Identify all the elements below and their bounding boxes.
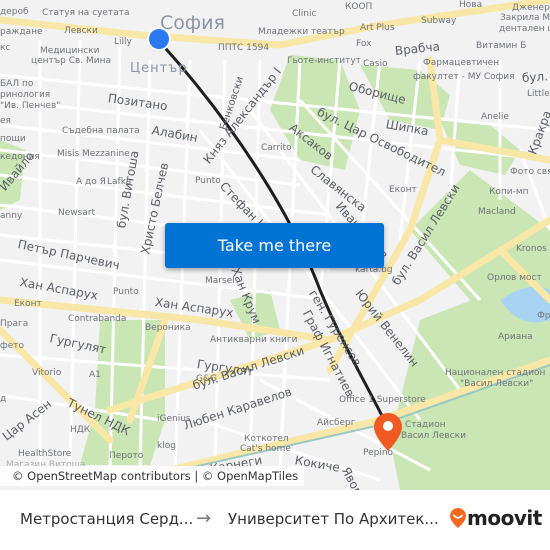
arrow-right-icon: → <box>196 508 212 529</box>
poi-label: Punto <box>195 176 221 186</box>
poi-label: Фармацевтичен <box>423 58 500 68</box>
poi-label: Копи-мп <box>489 187 529 197</box>
poi-label: Vitorio <box>32 368 62 378</box>
poi-label: klog <box>157 441 176 451</box>
poi-label: HealthStore <box>18 449 72 459</box>
city-label: София <box>160 12 225 34</box>
poi-label: пощи <box>0 134 26 144</box>
map-pin-icon <box>374 413 402 451</box>
poi-label: "Васил Левски" <box>460 379 534 389</box>
poi-label: Art Plus <box>360 23 395 33</box>
poi-label: Marsel <box>205 276 235 286</box>
poi-label: Carrito <box>261 143 292 153</box>
poi-label: Съдебна палата <box>62 126 140 136</box>
route-destination: Университет По Архитек... <box>228 510 439 528</box>
map-attribution[interactable]: © OpenStreetMap contributors | © OpenMap… <box>0 466 305 486</box>
poi-label: Перото <box>109 451 144 461</box>
poi-label: Статуя на суетата <box>42 8 130 18</box>
destination-marker[interactable] <box>373 412 403 452</box>
poi-label: Фре <box>537 311 550 321</box>
poi-label: iGenius <box>157 414 191 424</box>
map-view[interactable]: София Център Позитано Алабин Врабча Обор… <box>0 0 550 490</box>
poi-label: anny <box>0 211 23 221</box>
poi-label: ея <box>0 116 11 126</box>
poi-label: Newsart <box>58 208 96 218</box>
poi-label: "Ив. Пенчев" <box>0 101 61 111</box>
origin-marker[interactable] <box>149 29 169 49</box>
poi-label: Little <box>527 89 550 99</box>
poi-label: А до Я <box>76 177 106 187</box>
poi-label: раждане <box>0 27 43 37</box>
street-label: бул. <box>521 69 549 85</box>
poi-label: Левски <box>64 26 98 36</box>
poi-label: Office 1 Superstore <box>339 395 426 405</box>
poi-label: дентален це <box>499 24 550 34</box>
poi-label: Нова <box>459 0 483 10</box>
poi-label: Медицински <box>40 46 100 56</box>
poi-label: Стадион <box>405 420 446 430</box>
poi-label: факултет - МУ София <box>413 72 515 82</box>
poi-label: д <box>0 394 7 404</box>
poi-label: A1 <box>89 370 101 380</box>
poi-label: Еконт <box>389 185 417 195</box>
moovit-logo[interactable]: moovit <box>449 506 542 530</box>
poi-label: Punto <box>113 287 139 297</box>
poi-label: Contrabanda <box>68 314 127 324</box>
poi-label: Macland <box>478 207 516 217</box>
poi-label: център Св. Мина <box>31 56 112 66</box>
poi-label: Fox <box>356 39 372 49</box>
poi-label: фето <box>0 341 24 351</box>
poi-label: кс <box>0 43 11 53</box>
poi-label: БАЛ по <box>0 79 34 89</box>
poi-label: КООП <box>345 2 373 12</box>
poi-label: Lafka <box>107 177 132 187</box>
poi-label: Антикварни книги <box>210 335 298 345</box>
poi-label: Subway <box>421 16 457 26</box>
moovit-pin-icon <box>450 508 466 528</box>
route-origin: Метростанция Серд... <box>20 510 194 528</box>
poi-label: Anelie <box>481 112 509 122</box>
poi-label: Младежки театър <box>258 27 345 37</box>
poi-label: Дженерал <box>512 3 550 13</box>
poi-label: Прага <box>0 319 29 329</box>
poi-label: Гьоте-институт <box>287 56 361 66</box>
poi-label: Kronos <box>516 244 547 254</box>
poi-label: G&G <box>196 374 217 384</box>
district-label: Център <box>130 61 188 76</box>
route-footer: Метростанция Серд... → Университет По Ар… <box>0 490 550 550</box>
poi-label: НДК <box>70 425 91 435</box>
poi-label: ринология <box>0 90 51 100</box>
poi-label: Вероника <box>145 323 191 333</box>
poi-label: Фото свят <box>510 167 550 177</box>
poi-label: Айсберг <box>317 418 356 428</box>
poi-label: Коткотел <box>244 434 289 444</box>
poi-label: Clinic <box>292 9 317 19</box>
poi-label: Lilly <box>114 37 132 47</box>
poi-label: Орлов мост <box>487 273 542 283</box>
poi-label: кедония <box>0 152 40 162</box>
poi-label: Ариана <box>498 332 533 342</box>
poi-label: ППТС 1594 <box>218 43 270 53</box>
poi-label: Misis Mezzanine <box>57 149 130 159</box>
poi-label: Национален стадион <box>445 368 546 378</box>
poi-label: Cat's home <box>240 444 291 454</box>
poi-label: Васил Левски <box>401 431 466 441</box>
take-me-there-button[interactable]: Take me there <box>165 223 384 268</box>
poi-label: Закрила Ме <box>500 13 550 23</box>
moovit-logo-text: moovit <box>467 506 542 530</box>
poi-label: Витамин Б <box>476 41 527 51</box>
poi-label: Еконт <box>14 299 42 309</box>
poi-label: дероб <box>0 7 29 17</box>
poi-label: Casio <box>363 59 388 69</box>
